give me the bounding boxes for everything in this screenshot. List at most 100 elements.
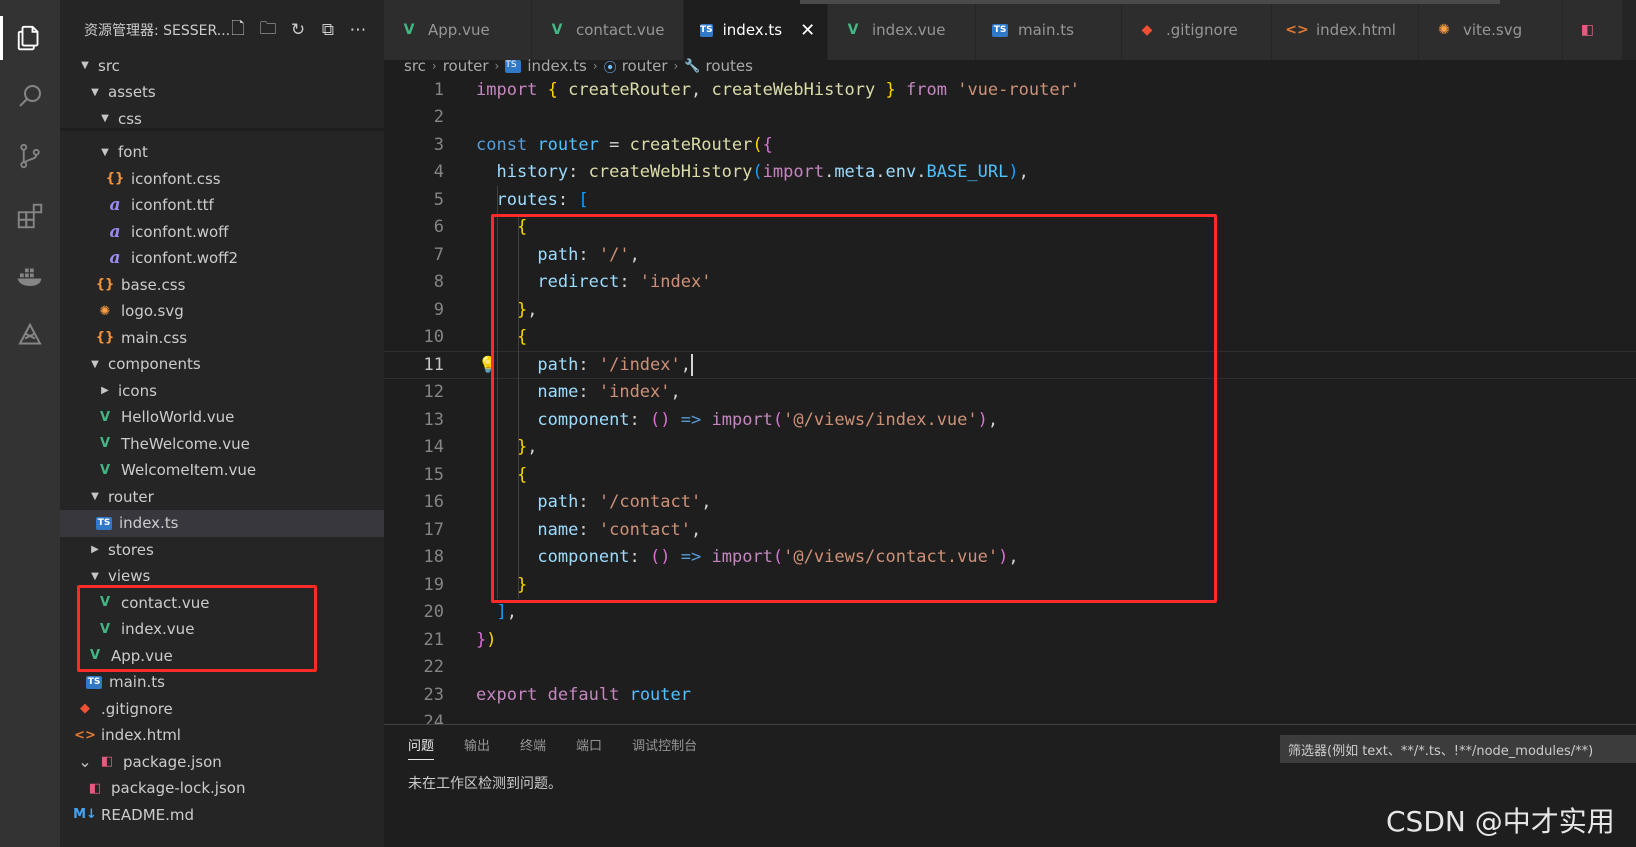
remote-icon[interactable] [0, 306, 60, 366]
breadcrumb-item[interactable]: routes [706, 57, 753, 75]
code-line[interactable]: 20 ], [384, 599, 1636, 627]
git-file-icon: ◆ [80, 701, 90, 716]
code-line[interactable]: 21}) [384, 626, 1636, 654]
panel-tab[interactable]: 问题 [408, 735, 435, 760]
code-line[interactable]: 10 { [384, 324, 1636, 352]
tree-item[interactable]: {} base.css [60, 271, 384, 298]
tree-item[interactable]: {} main.css [60, 324, 384, 351]
refresh-icon[interactable]: ↻ [288, 18, 308, 42]
tree-item-label: logo.svg [121, 302, 184, 320]
code-line[interactable]: 14 }, [384, 434, 1636, 462]
code-line[interactable]: 7 path: '/', [384, 241, 1636, 269]
tree-item[interactable]: ▼ components [60, 351, 384, 378]
more-icon[interactable]: ⋯ [348, 18, 368, 42]
code-line[interactable]: 11 💡 path: '/index', [384, 351, 1636, 379]
code-line[interactable]: 6 { [384, 214, 1636, 242]
panel-tab[interactable]: 调试控制台 [632, 735, 697, 760]
editor-tab[interactable]: ◆ .gitignore [1122, 0, 1272, 60]
tabs-scrollbar[interactable] [800, 0, 1500, 4]
tree-item[interactable]: M↓ README.md [60, 801, 384, 828]
editor-tab[interactable]: TS index.ts ✕ [684, 0, 828, 60]
code-line[interactable]: 2 [384, 104, 1636, 132]
new-folder-icon[interactable]: 🗀 [258, 18, 278, 42]
tree-item[interactable]: V HelloWorld.vue [60, 404, 384, 431]
typescript-file-icon: TS [700, 23, 713, 37]
code-line[interactable]: 1 import { createRouter, createWebHistory… [384, 80, 1636, 104]
editor-tab[interactable]: V App.vue [384, 0, 532, 60]
code-line[interactable]: 17 name: 'contact', [384, 516, 1636, 544]
source-control-icon[interactable] [0, 126, 60, 186]
code-line[interactable]: 22 [384, 654, 1636, 682]
panel-tab[interactable]: 终端 [520, 735, 546, 760]
panel-tab[interactable]: 输出 [464, 735, 490, 760]
code-line[interactable]: 9 }, [384, 296, 1636, 324]
tree-item[interactable]: ▶ icons [60, 377, 384, 404]
search-icon[interactable] [0, 66, 60, 126]
code-line[interactable]: 19 } [384, 571, 1636, 599]
tree-item[interactable]: ▼ views [60, 563, 384, 590]
editor-tab[interactable]: Vindex.vue [828, 0, 976, 60]
problems-filter-input[interactable]: 筛选器(例如 text、**/*.ts、!**/node_modules/**) [1280, 735, 1636, 763]
code-line[interactable]: 12 name: 'index', [384, 379, 1636, 407]
code-text: path: '/index', [537, 353, 693, 376]
editor-tab[interactable]: ✺ vite.svg [1419, 0, 1563, 60]
chevron-down-icon: ⌄ [78, 752, 92, 771]
code-editor[interactable]: 1 import { createRouter, createWebHistory… [384, 80, 1636, 724]
breadcrumb-item[interactable]: router [622, 57, 668, 75]
tree-item[interactable]: V App.vue [60, 642, 384, 669]
editor-tab[interactable]: <> index.html [1272, 0, 1419, 60]
tree-item[interactable]: a iconfont.ttf [60, 192, 384, 219]
tree-item-label: App.vue [111, 646, 173, 665]
code-line[interactable]: 18 component: () => import('@/views/cont… [384, 544, 1636, 572]
tree-item[interactable]: Vindex.vue [60, 616, 384, 643]
code-line[interactable]: 4 history: createWebHistory(import.meta.… [384, 159, 1636, 187]
editor-tab[interactable]: TS main.ts [976, 0, 1122, 60]
tree-item[interactable]: TS main.ts [60, 669, 384, 696]
code-line[interactable]: 15 { [384, 461, 1636, 489]
tree-item-label: iconfont.css [131, 169, 221, 188]
code-line[interactable]: 3 const router = createRouter({ [384, 131, 1636, 159]
code-line[interactable]: 5 routes: [ [384, 186, 1636, 214]
tree-item[interactable]: ▼ assets [60, 79, 384, 106]
close-icon[interactable]: ✕ [800, 20, 815, 41]
code-line[interactable]: 8 redirect: 'index' [384, 269, 1636, 297]
editor-tab[interactable]: Vcontact.vue [532, 0, 684, 60]
docker-icon[interactable] [0, 246, 60, 306]
explorer-icon[interactable] [0, 8, 60, 68]
chevron-down-icon: ▼ [101, 146, 109, 158]
svg-file-icon: ✺ [1438, 22, 1450, 38]
tree-item[interactable]: ▶ stores [60, 536, 384, 563]
tree-item[interactable]: ◆ .gitignore [60, 695, 384, 722]
tree-item[interactable]: <> index.html [60, 722, 384, 749]
tree-item[interactable]: ⌄ ◧ package.json [60, 748, 384, 775]
line-number: 16 [423, 492, 444, 513]
tree-item[interactable]: a iconfont.woff [60, 218, 384, 245]
collapse-icon[interactable]: ⧉ [318, 18, 338, 42]
editor-tab[interactable]: ◧ [1563, 0, 1623, 60]
code-line[interactable]: 24 [384, 709, 1636, 724]
breadcrumb-item[interactable]: src [404, 57, 426, 75]
tree-item[interactable]: a iconfont.woff2 [60, 245, 384, 272]
line-number: 2 [433, 107, 444, 128]
line-number: 5 [433, 189, 444, 210]
code-line[interactable]: 23 export default router [384, 681, 1636, 709]
tree-item[interactable]: V TheWelcome.vue [60, 430, 384, 457]
breadcrumb-item[interactable]: router [443, 57, 489, 75]
extensions-icon[interactable] [0, 186, 60, 246]
new-file-icon[interactable]: 🗋 [228, 18, 248, 42]
font-file-icon: a [109, 195, 121, 215]
panel-tab[interactable]: 端口 [576, 735, 602, 760]
line-number: 15 [423, 464, 444, 485]
breadcrumb-item[interactable]: index.ts [527, 57, 587, 75]
tree-item[interactable]: ▼ font [60, 139, 384, 166]
tree-item[interactable]: ◧ package-lock.json [60, 775, 384, 802]
tree-item[interactable]: V WelcomeItem.vue [60, 457, 384, 484]
tree-item[interactable]: {} iconfont.css [60, 165, 384, 192]
code-line[interactable]: 16 path: '/contact', [384, 489, 1636, 517]
tree-item[interactable]: ▼ src [60, 52, 384, 79]
tree-item[interactable]: TS index.ts [60, 509, 384, 537]
tree-item[interactable]: ▼ router [60, 483, 384, 510]
tree-item[interactable]: ✺ logo.svg [60, 298, 384, 325]
tree-item[interactable]: Vcontact.vue [60, 589, 384, 616]
code-line[interactable]: 13 component: () => import('@/views/inde… [384, 406, 1636, 434]
